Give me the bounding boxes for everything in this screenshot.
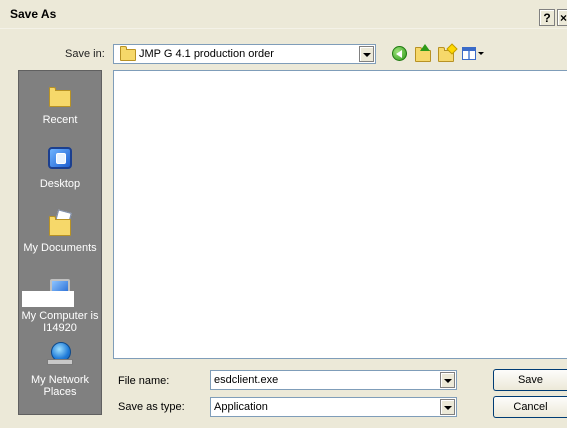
places-item-desktop[interactable]: Desktop (19, 145, 101, 190)
places-item-label: My Computer is I14920 (21, 310, 99, 334)
places-item-recent[interactable]: Recent (19, 81, 101, 126)
save-as-type-dropdown[interactable]: Application (210, 397, 457, 417)
file-name-label: File name: (118, 375, 170, 387)
chevron-down-icon[interactable] (440, 372, 455, 388)
save-in-dropdown[interactable]: JMP G 4.1 production order (113, 44, 376, 64)
cancel-button[interactable]: Cancel (493, 396, 567, 418)
my-documents-icon (44, 209, 76, 239)
back-icon[interactable] (391, 45, 409, 63)
file-list[interactable] (113, 70, 567, 359)
title-bar[interactable]: Save As ? × (0, 0, 567, 29)
help-button[interactable]: ? (539, 9, 555, 26)
folder-icon (120, 46, 136, 61)
places-item-my-documents[interactable]: My Documents (19, 209, 101, 254)
file-name-input[interactable]: esdclient.exe (210, 370, 457, 390)
desktop-icon (44, 145, 76, 175)
recent-folder-icon (44, 81, 76, 111)
chevron-down-icon[interactable] (359, 46, 374, 62)
places-item-label: Recent (42, 114, 78, 126)
places-item-label: My Documents (23, 242, 97, 254)
places-bar: Recent Desktop My Documents My Computer … (18, 70, 102, 415)
chevron-down-icon[interactable] (440, 399, 455, 415)
my-network-icon (44, 341, 76, 371)
places-item-label: Desktop (39, 178, 81, 190)
redaction-box (22, 291, 74, 307)
save-in-label: Save in: (65, 48, 105, 60)
up-folder-icon[interactable] (414, 44, 432, 63)
new-folder-icon[interactable] (437, 43, 458, 63)
file-name-value: esdclient.exe (214, 374, 279, 386)
save-button[interactable]: Save (493, 369, 567, 391)
save-as-type-value: Application (214, 401, 268, 413)
views-menu-icon[interactable] (461, 45, 487, 63)
places-item-my-network[interactable]: My Network Places (19, 341, 101, 398)
save-in-value: JMP G 4.1 production order (139, 48, 274, 60)
close-button[interactable]: × (557, 9, 567, 26)
save-as-type-label: Save as type: (118, 401, 185, 413)
places-item-label: My Network Places (30, 374, 90, 398)
save-as-dialog: Save As ? × Save in: JMP G 4.1 productio… (0, 0, 567, 428)
dialog-title: Save As (10, 7, 57, 21)
